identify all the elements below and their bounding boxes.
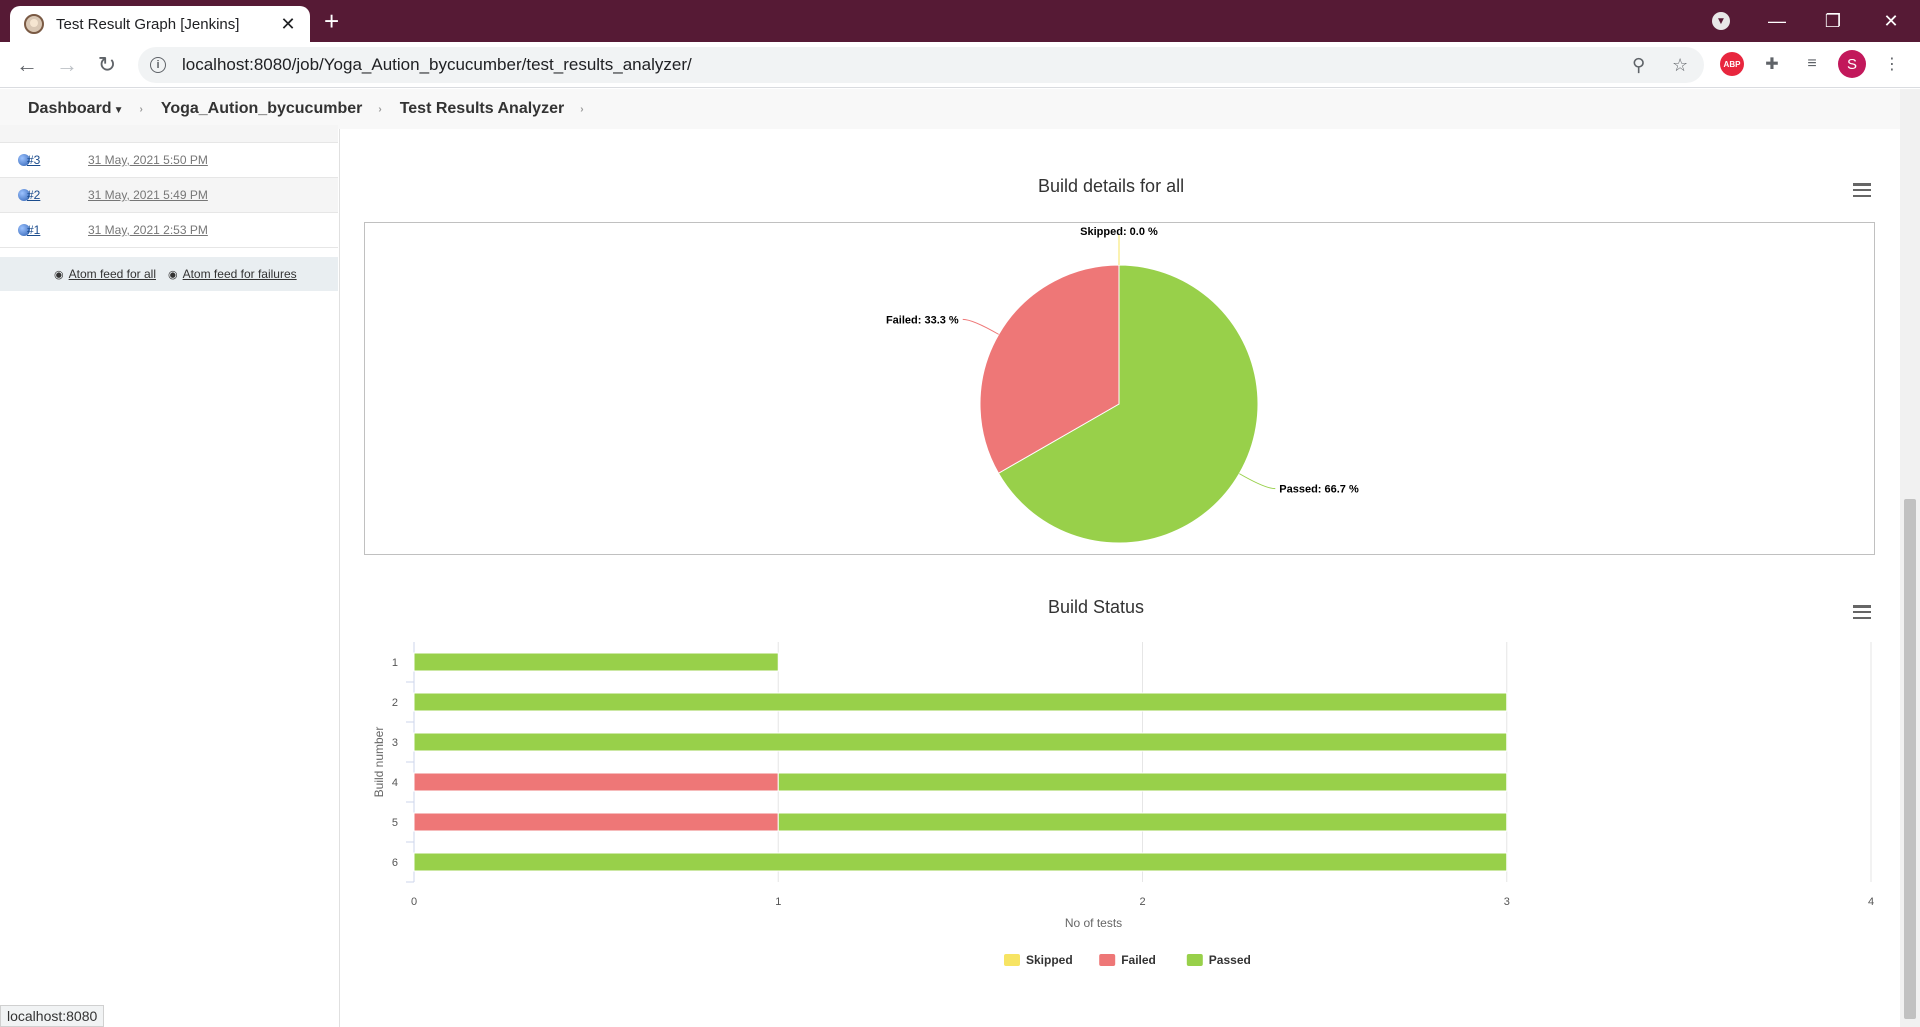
x-tick-label: 3 bbox=[1504, 896, 1510, 908]
legend-label-skipped: Skipped bbox=[1026, 953, 1073, 967]
legend-label-failed: Failed bbox=[1121, 953, 1156, 967]
status-url: localhost:8080 bbox=[0, 1005, 105, 1027]
legend-swatch-passed bbox=[1186, 954, 1203, 966]
bar-segment-passed bbox=[777, 812, 1508, 832]
y-tick-label: 6 bbox=[392, 857, 398, 869]
y-tick-label: 2 bbox=[392, 697, 398, 709]
y-axis-title: Build number bbox=[372, 727, 386, 798]
bar-chart: 0 1 2 3 4 1 2 3 4 5 6 No of tests Build number Skippe… bbox=[372, 642, 1874, 967]
page-scrollbar[interactable] bbox=[1900, 89, 1920, 1027]
x-axis-title: No of tests bbox=[1065, 916, 1122, 930]
bar-segment-failed bbox=[413, 772, 779, 792]
bar-segment-passed bbox=[413, 652, 779, 672]
y-tick-label: 4 bbox=[392, 777, 398, 789]
y-tick-label: 1 bbox=[392, 657, 398, 669]
x-tick-label: 1 bbox=[775, 896, 781, 908]
y-tick-label: 3 bbox=[392, 737, 398, 749]
bar-segment-passed bbox=[777, 772, 1508, 792]
bar-segment-passed bbox=[413, 852, 1508, 872]
x-tick-label: 0 bbox=[411, 896, 417, 908]
bar-segment-passed bbox=[413, 692, 1508, 712]
x-tick-label: 4 bbox=[1868, 896, 1874, 908]
y-tick-label: 5 bbox=[392, 817, 398, 829]
legend-swatch-failed bbox=[1099, 954, 1116, 966]
legend-swatch-skipped bbox=[1004, 954, 1020, 966]
bar-segment-failed bbox=[413, 812, 779, 832]
x-tick-label: 2 bbox=[1139, 896, 1145, 908]
scrollbar-thumb[interactable] bbox=[1904, 499, 1916, 1019]
bar-segment-passed bbox=[413, 732, 1508, 752]
legend-label-passed: Passed bbox=[1209, 953, 1251, 967]
